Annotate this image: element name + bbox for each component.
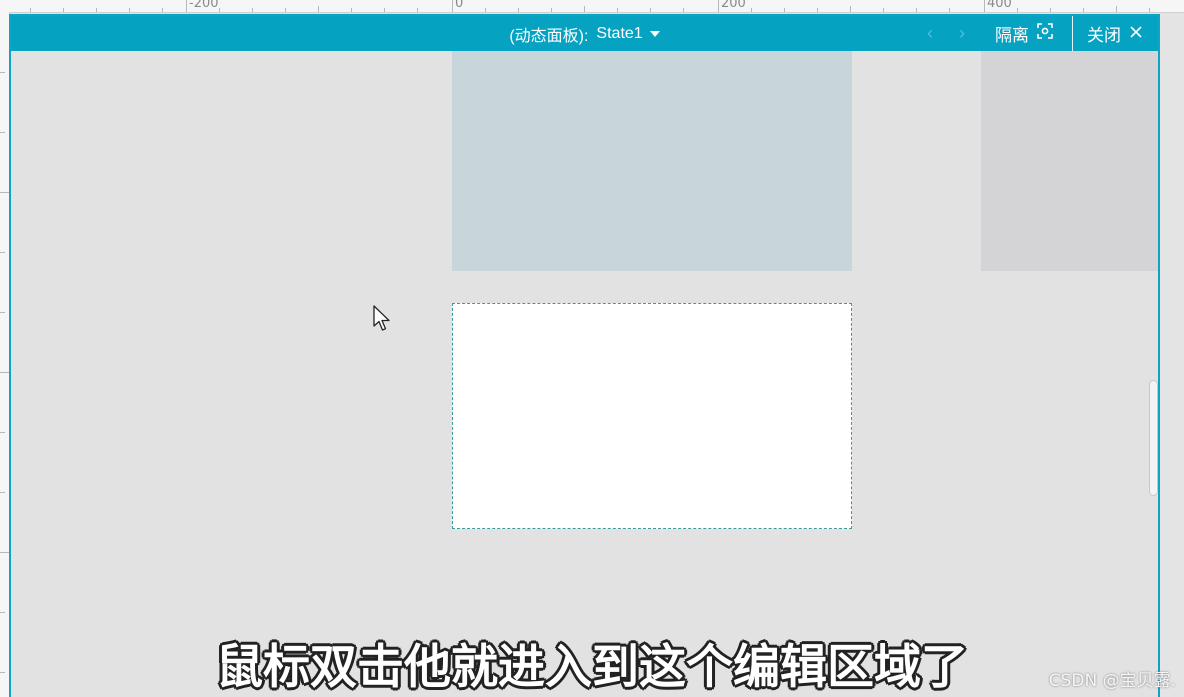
close-editor-button[interactable]: 关闭 [1087, 16, 1143, 51]
isolate-button[interactable]: 隔离 [995, 16, 1053, 51]
state-select[interactable]: State1 [596, 24, 660, 43]
next-state-button[interactable]: › [959, 23, 965, 43]
ruler-label-neg200: -200 [189, 0, 219, 11]
isolate-label: 隔离 [995, 26, 1029, 45]
ruler-label-400: 400 [987, 0, 1012, 11]
panel-type-label: (动态面板): [509, 27, 589, 45]
target-square-icon [1037, 23, 1053, 44]
top-ruler: -200 0 200 400 [0, 0, 1184, 13]
background-panel-blue [452, 51, 852, 271]
close-label: 关闭 [1087, 26, 1121, 45]
dynamic-panel-editor: (动态面板): State1 ‹ › 隔离 关闭 [9, 14, 1160, 697]
video-caption: 鼠标双击他就进入到这个编辑区域了 [216, 640, 968, 695]
csdn-watermark: CSDN @宝贝露. [1048, 671, 1176, 691]
caret-down-icon [649, 30, 660, 37]
editor-canvas[interactable] [11, 51, 1158, 697]
ruler-label-200: 200 [721, 0, 746, 11]
titlebar-separator [1072, 16, 1073, 51]
mouse-pointer-icon [373, 305, 393, 338]
state-select-value: State1 [596, 24, 643, 42]
editor-titlebar: (动态面板): State1 ‹ › 隔离 关闭 [11, 16, 1158, 51]
close-x-icon [1129, 24, 1143, 44]
panel-title-group: (动态面板): State1 [11, 16, 1158, 51]
background-panel-gray [981, 51, 1158, 271]
vertical-scrollbar[interactable] [1149, 380, 1158, 496]
ruler-label-0: 0 [455, 0, 464, 11]
dynamic-panel-edit-region[interactable] [452, 303, 852, 529]
prev-state-button[interactable]: ‹ [927, 23, 933, 43]
